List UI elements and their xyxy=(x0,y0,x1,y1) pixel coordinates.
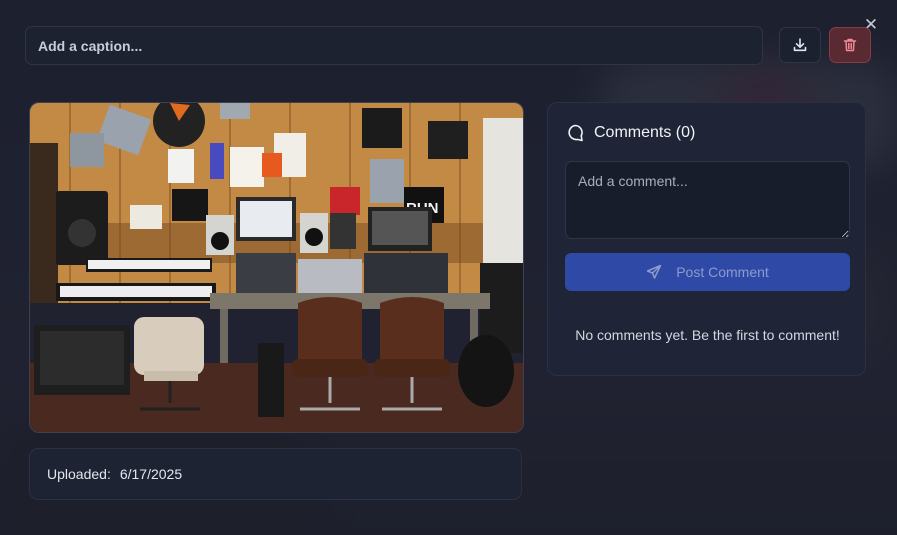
caption-input[interactable] xyxy=(25,26,763,65)
comment-bubble-icon xyxy=(568,124,583,142)
post-comment-button[interactable]: Post Comment xyxy=(565,253,850,291)
post-comment-label: Post Comment xyxy=(676,264,769,280)
no-comments-message: No comments yet. Be the first to comment… xyxy=(575,327,840,343)
download-button[interactable] xyxy=(779,27,821,63)
comments-header: Comments (0) xyxy=(565,123,695,143)
comment-input[interactable] xyxy=(565,161,850,239)
comments-panel: Comments (0) Post Comment No comments ye… xyxy=(547,102,866,376)
uploaded-date: 6/17/2025 xyxy=(119,466,183,482)
download-icon xyxy=(793,38,807,52)
trash-icon xyxy=(843,38,857,52)
send-icon xyxy=(646,264,662,279)
uploaded-label: Uploaded: xyxy=(47,466,111,482)
photo-meta-panel: Uploaded: 6/17/2025 xyxy=(29,448,522,500)
photo: RUN xyxy=(29,102,524,433)
delete-button[interactable] xyxy=(829,27,871,63)
studio-photo: RUN xyxy=(30,103,523,432)
photo-detail-modal: ✕ Add a caption... Uploaded: 6/17/2025 C… xyxy=(0,0,897,535)
comments-title: Comments (0) xyxy=(594,124,696,141)
